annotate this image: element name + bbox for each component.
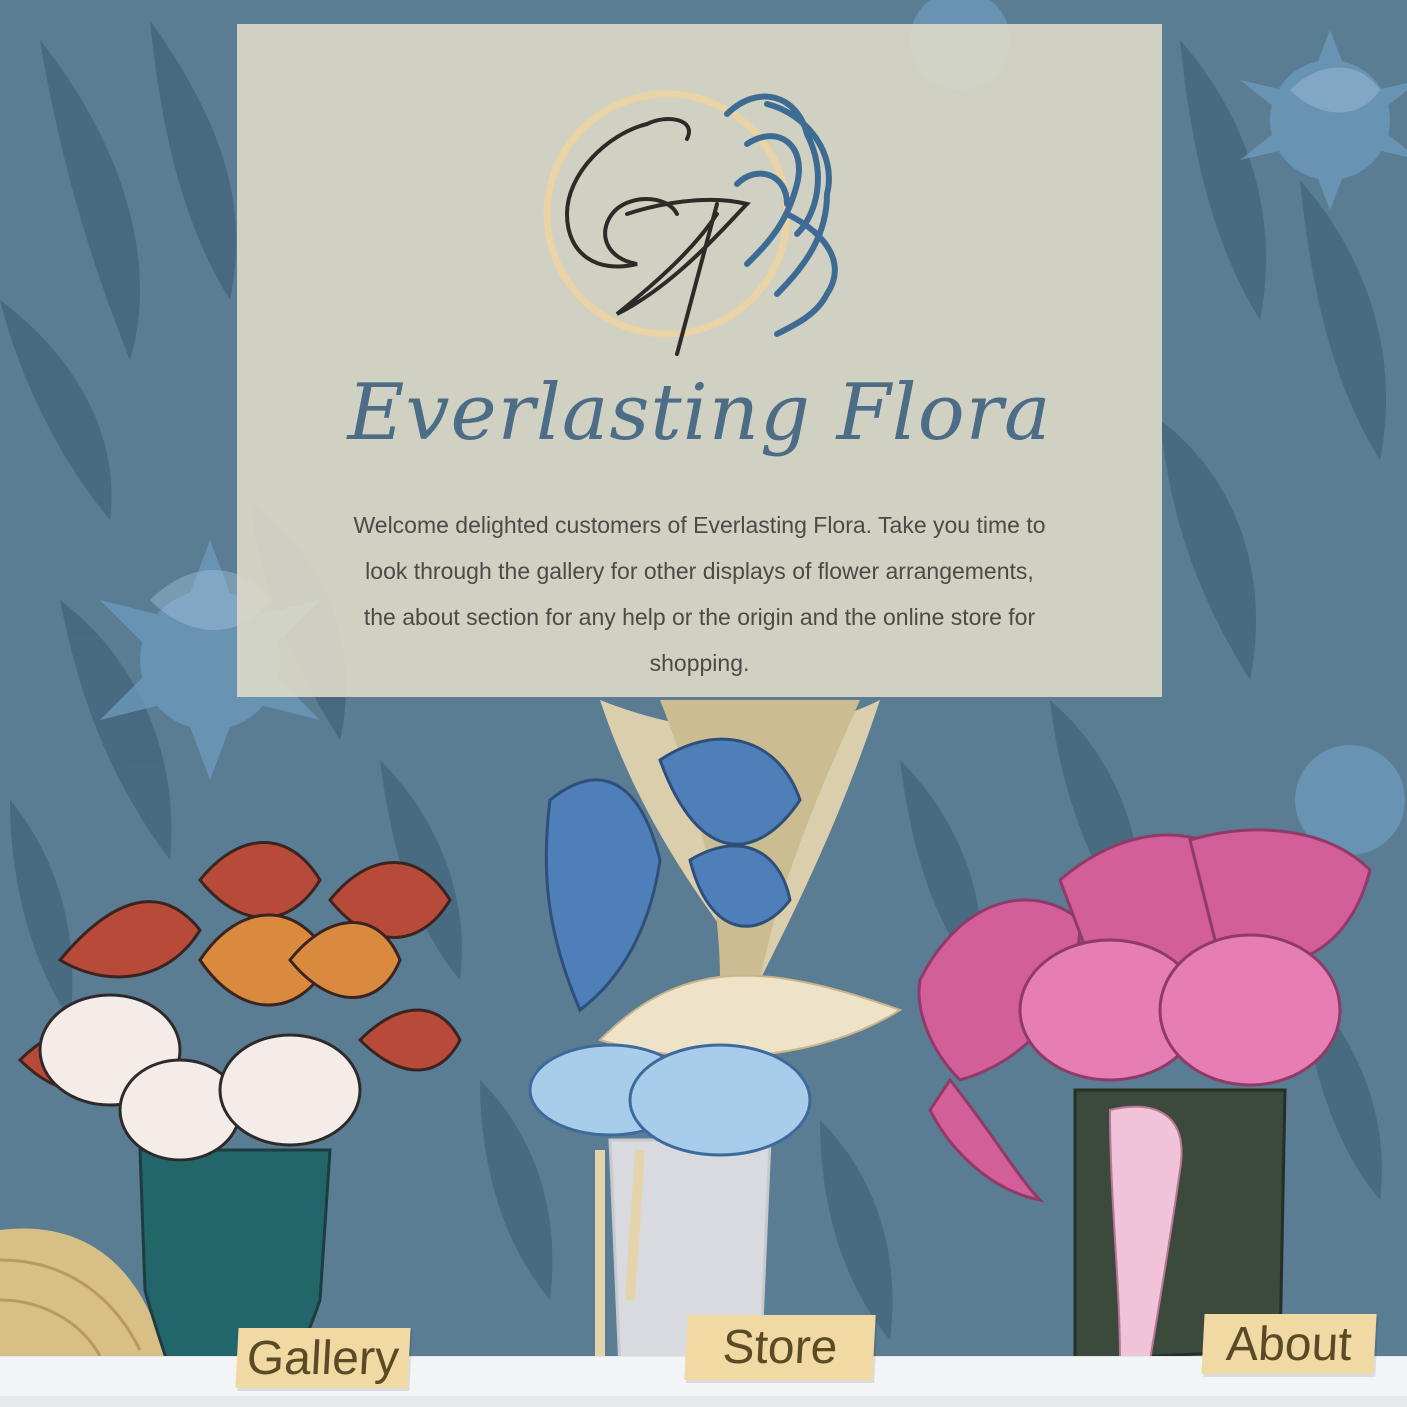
hero-card: Everlasting Flora Welcome delighted cust… [237, 24, 1162, 697]
store-link[interactable]: Store [684, 1315, 876, 1380]
ef-monogram-icon [543, 90, 838, 356]
shelf-edge [0, 1396, 1407, 1407]
page: Everlasting Flora Welcome delighted cust… [0, 0, 1407, 1407]
bouquet-middle [528, 737, 903, 1372]
about-label: About [1224, 1317, 1354, 1371]
gallery-link[interactable]: Gallery [235, 1328, 411, 1388]
store-label: Store [721, 1321, 839, 1374]
welcome-text: Welcome delighted customers of Everlasti… [353, 512, 1046, 676]
gallery-label: Gallery [245, 1331, 401, 1385]
brand-title: Everlasting Flora [347, 368, 1052, 458]
about-link[interactable]: About [1201, 1314, 1377, 1374]
bouquet-right [917, 828, 1372, 1362]
